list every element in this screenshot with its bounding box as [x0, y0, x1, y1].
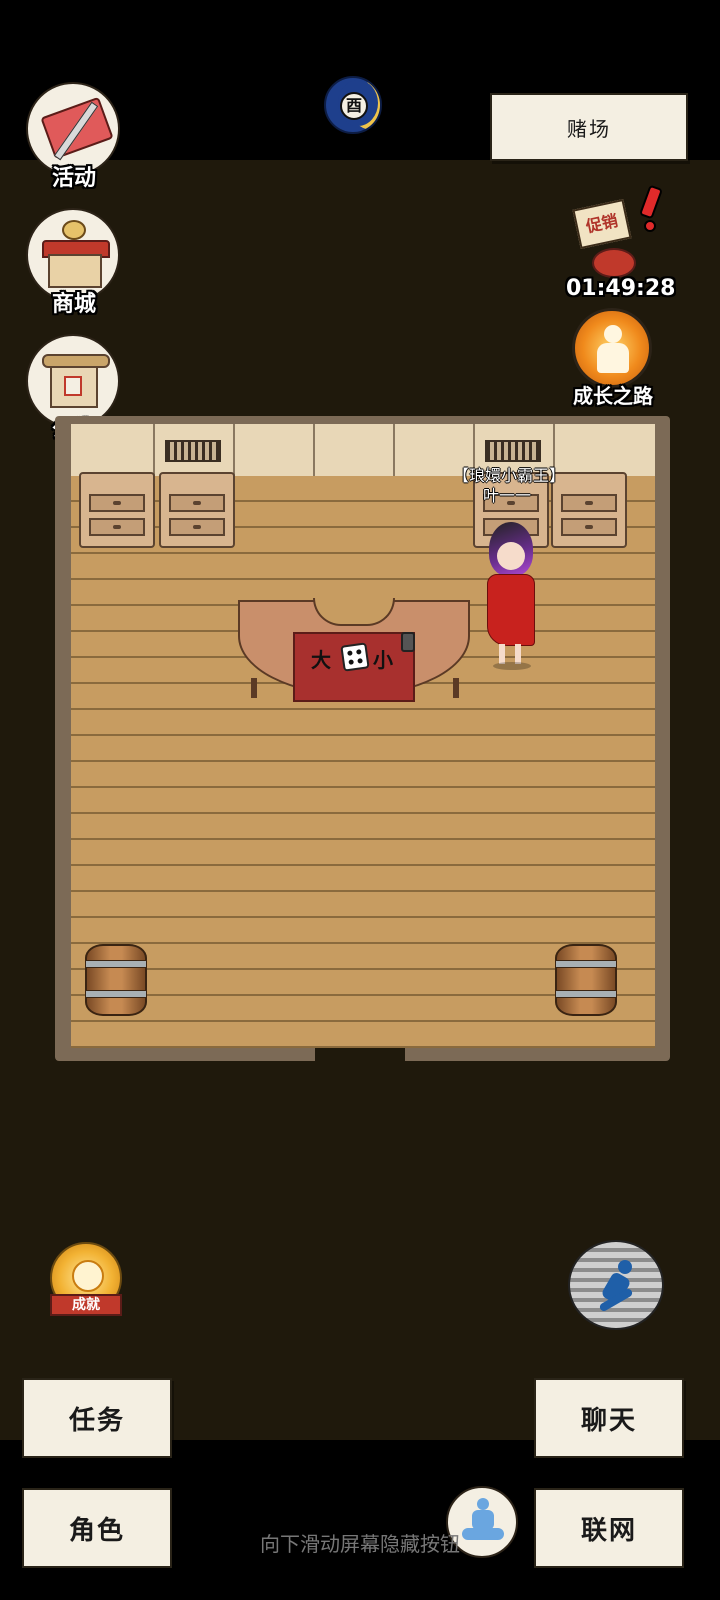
barrel: [555, 944, 617, 1016]
dice-cup-icon: [401, 632, 415, 652]
growth-person-icon: [572, 308, 652, 388]
room-doorway[interactable]: [315, 1048, 405, 1062]
hide-buttons-hint: 向下滑动屏幕隐藏按钮: [260, 1532, 460, 1556]
npc-name: 叶一一: [483, 486, 532, 505]
run-button[interactable]: [568, 1240, 664, 1330]
promo-sign: 促销: [572, 199, 632, 249]
cabinet: [159, 472, 235, 548]
shop-button[interactable]: 商城: [26, 208, 122, 318]
time-badge-seal: 酉: [340, 92, 368, 120]
time-badge[interactable]: 酉: [324, 76, 382, 134]
big-bet-label[interactable]: 大: [311, 644, 331, 673]
chat-button[interactable]: 聊天: [534, 1378, 684, 1458]
alert-icon: [638, 184, 664, 232]
promo-button[interactable]: 促销 01:49:28: [566, 184, 676, 308]
promo-timer: 01:49:28: [566, 276, 676, 301]
casino-button[interactable]: 赌场: [490, 93, 688, 161]
achievement-label: 成就: [50, 1294, 122, 1316]
dice-icon: [340, 642, 370, 672]
growth-path-label: 成长之路: [573, 384, 653, 408]
promo-bag-icon: 促销: [572, 198, 642, 280]
wall-vent: [485, 440, 541, 462]
barrel: [85, 944, 147, 1016]
activity-button[interactable]: 活动: [26, 82, 122, 192]
small-bet-label[interactable]: 小: [373, 644, 393, 673]
activity-label: 活动: [51, 166, 96, 191]
casino-room: 大 小 【琅嬛小霸王】 叶一一: [55, 416, 670, 1062]
growth-path-button[interactable]: 成长之路: [570, 308, 656, 418]
npc-character[interactable]: [475, 522, 545, 672]
cabinet: [79, 472, 155, 548]
quest-button[interactable]: 任务: [22, 1378, 172, 1458]
running-icon: [598, 1260, 642, 1314]
wall-vent: [165, 440, 221, 462]
achievement-button[interactable]: 成就: [44, 1238, 128, 1322]
shop-label: 商城: [51, 292, 96, 317]
